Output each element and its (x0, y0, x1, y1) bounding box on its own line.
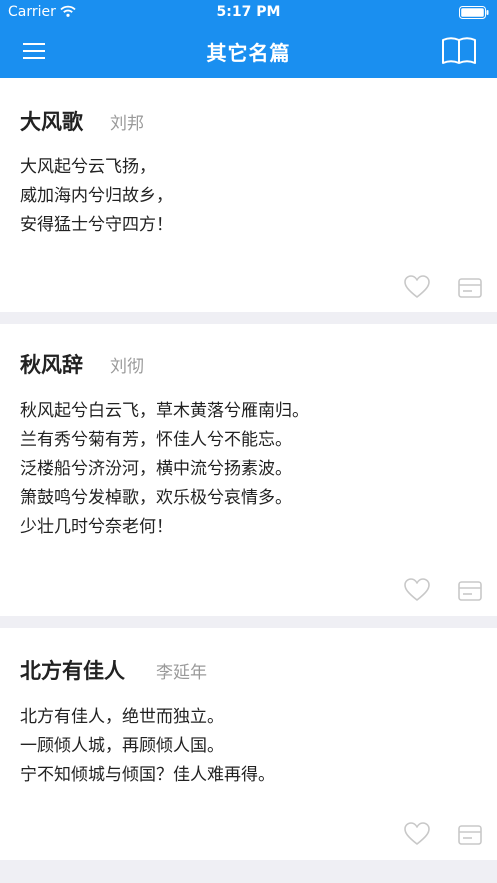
book-button[interactable] (441, 37, 477, 67)
card-icon (458, 825, 482, 845)
card-button[interactable] (458, 581, 482, 601)
page-title: 其它名篇 (206, 41, 291, 65)
poem-line: 兰有秀兮菊有芳，怀佳人兮不能忘。 (20, 430, 292, 450)
poem-line: 威加海内兮归故乡， (20, 186, 173, 206)
poem-title: 大风歌 (20, 110, 83, 134)
poem-body: 秋风起兮白云飞，草木黄落兮雁南归。 兰有秀兮菊有芳，怀佳人兮不能忘。 泛楼船兮济… (20, 397, 309, 542)
poem-body: 北方有佳人，绝世而独立。 一顾倾人城，再顾倾人国。 宁不知倾城与倾国？佳人难再得… (20, 703, 275, 790)
status-bar: Carrier 5:17 PM (0, 0, 497, 26)
poem-author: 刘邦 (110, 114, 144, 134)
poem-line: 秋风起兮白云飞，草木黄落兮雁南归。 (20, 401, 309, 421)
card-icon (458, 278, 482, 298)
poem-line: 一顾倾人城，再顾倾人国。 (20, 736, 224, 756)
poem-line: 少壮几时兮奈老何！ (20, 517, 173, 537)
poem-line: 安得猛士兮守四方！ (20, 215, 173, 235)
poem-card: 北方有佳人 李延年 北方有佳人，绝世而独立。 一顾倾人城，再顾倾人国。 宁不知倾… (0, 628, 497, 860)
poem-line: 宁不知倾城与倾国？佳人难再得。 (20, 765, 275, 785)
poem-line: 箫鼓鸣兮发棹歌，欢乐极兮哀情多。 (20, 488, 292, 508)
poem-card: 秋风辞 刘彻 秋风起兮白云飞，草木黄落兮雁南归。 兰有秀兮菊有芳，怀佳人兮不能忘… (0, 324, 497, 616)
poem-author: 李延年 (156, 663, 207, 683)
poem-body: 大风起兮云飞扬， 威加海内兮归故乡， 安得猛士兮守四方！ (20, 153, 173, 240)
top-bar: Carrier 5:17 PM 其它名篇 (0, 0, 497, 78)
poem-line: 大风起兮云飞扬， (20, 157, 156, 177)
poem-author: 刘彻 (110, 357, 144, 377)
status-time: 5:17 PM (216, 4, 281, 20)
book-icon (442, 37, 476, 64)
heart-icon (404, 275, 430, 298)
heart-icon (404, 822, 430, 845)
poem-line: 泛楼船兮济汾河，横中流兮扬素波。 (20, 459, 292, 479)
app-screen: Carrier 5:17 PM 其它名篇 大风歌 刘邦 大风起兮云飞扬， 威加海… (0, 0, 497, 883)
poem-line: 北方有佳人，绝世而独立。 (20, 707, 224, 727)
favorite-button[interactable] (404, 275, 430, 299)
card-button[interactable] (458, 278, 482, 298)
poem-card: 大风歌 刘邦 大风起兮云飞扬， 威加海内兮归故乡， 安得猛士兮守四方！ (0, 78, 497, 312)
card-icon (458, 581, 482, 601)
heart-icon (404, 578, 430, 601)
poem-title: 秋风辞 (20, 353, 83, 377)
favorite-button[interactable] (404, 822, 430, 846)
card-button[interactable] (458, 825, 482, 845)
navigation-bar: 其它名篇 (0, 26, 497, 78)
favorite-button[interactable] (404, 578, 430, 602)
battery-icon (459, 6, 489, 19)
poem-title: 北方有佳人 (20, 659, 125, 683)
